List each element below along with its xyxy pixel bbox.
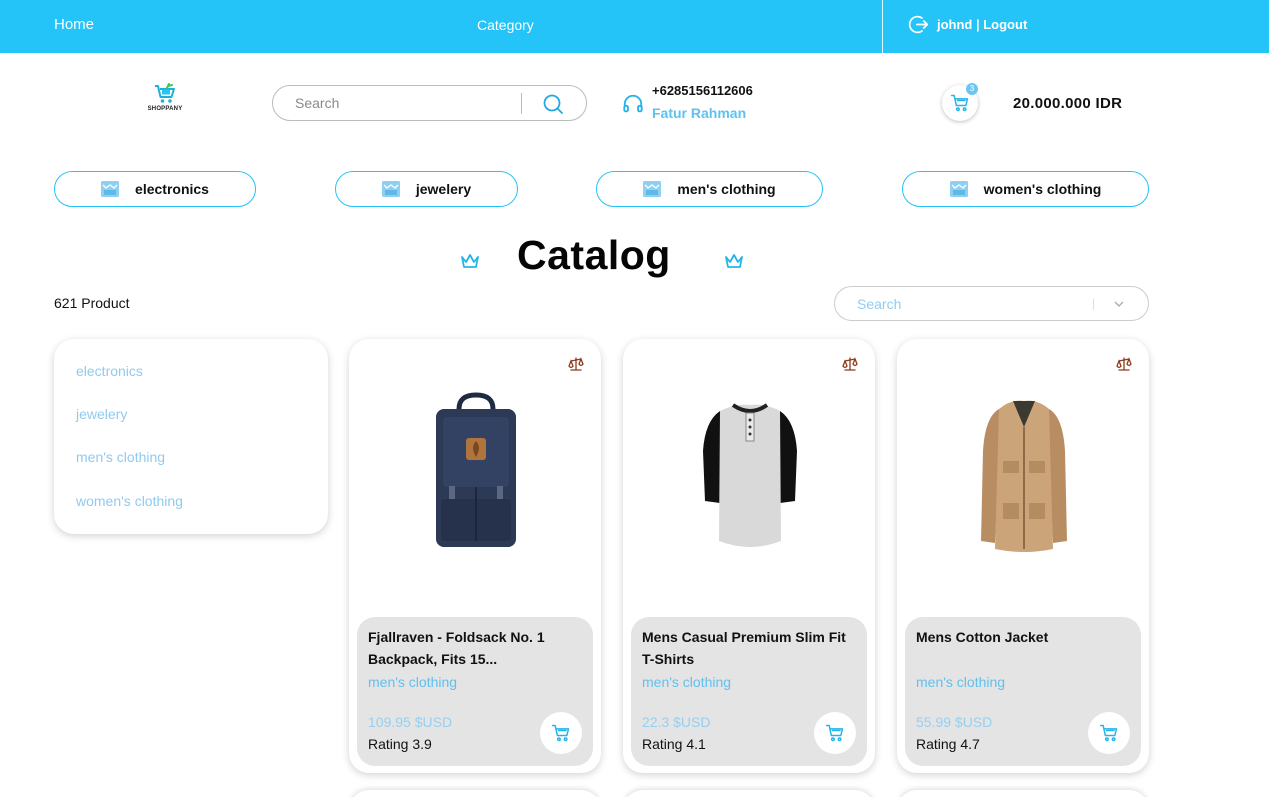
product-card[interactable]: Mens Cotton Jacket men's clothing 55.99 …: [897, 339, 1149, 773]
product-price: 109.95 $USD: [368, 714, 453, 730]
catalog-search-select[interactable]: Search: [834, 286, 1149, 321]
contact-name: Fatur Rahman: [652, 105, 747, 121]
category-pill-womens-clothing[interactable]: women's clothing: [902, 171, 1149, 207]
headset-icon: [623, 94, 643, 113]
catalog-search-placeholder: Search: [857, 296, 902, 312]
sidebar-item-electronics[interactable]: electronics: [76, 363, 143, 379]
store-icon: [381, 181, 400, 197]
logo-text: SHOPPANY: [147, 106, 183, 112]
search-input[interactable]: [295, 95, 515, 111]
crown-icon: [725, 254, 743, 268]
add-to-cart-button[interactable]: [540, 712, 582, 754]
product-info-panel: Fjallraven - Foldsack No. 1 Backpack, Fi…: [357, 617, 593, 766]
navbar-divider: [882, 0, 883, 53]
category-sidebar: electronics jewelery men's clothing wome…: [54, 339, 328, 534]
sidebar-item-mens-clothing[interactable]: men's clothing: [76, 449, 165, 465]
cart-icon: [950, 94, 969, 112]
sidebar-item-womens-clothing[interactable]: women's clothing: [76, 493, 183, 509]
product-category[interactable]: men's clothing: [368, 674, 457, 690]
shopping-cart-logo-icon: [155, 83, 175, 103]
product-rating: Rating 4.1: [642, 736, 706, 752]
product-card-next-row[interactable]: [349, 790, 601, 797]
product-rating: Rating 4.7: [916, 736, 980, 752]
cart-icon: [551, 724, 570, 742]
product-card[interactable]: Fjallraven - Foldsack No. 1 Backpack, Fi…: [349, 339, 601, 773]
product-info-panel: Mens Cotton Jacket men's clothing 55.99 …: [905, 617, 1141, 766]
store-icon: [101, 181, 120, 197]
add-to-cart-button[interactable]: [814, 712, 856, 754]
search-separator: [521, 93, 522, 114]
sidebar-item-jewelery[interactable]: jewelery: [76, 406, 127, 422]
top-navbar: Home Category johnd | Logout: [0, 0, 1269, 53]
product-count: 621 Product: [54, 295, 130, 311]
product-image-jacket: [981, 400, 1067, 552]
catalog-title: Catalog: [517, 232, 671, 278]
cart-count-badge: 3: [966, 83, 978, 95]
product-title[interactable]: Mens Casual Premium Slim Fit T-Shirts: [642, 626, 847, 670]
crown-icon: [461, 254, 479, 268]
header-search: [272, 85, 587, 121]
select-separator: [1093, 299, 1094, 310]
product-card-next-row[interactable]: [897, 790, 1149, 797]
add-to-cart-button[interactable]: [1088, 712, 1130, 754]
product-category[interactable]: men's clothing: [642, 674, 731, 690]
compare-scale-icon[interactable]: [568, 356, 584, 372]
product-info-panel: Mens Casual Premium Slim Fit T-Shirts me…: [631, 617, 867, 766]
product-rating: Rating 3.9: [368, 736, 432, 752]
nav-category-link[interactable]: Category: [477, 17, 534, 33]
category-pill-jewelery[interactable]: jewelery: [335, 171, 518, 207]
product-title[interactable]: Mens Cotton Jacket: [916, 626, 1121, 648]
chevron-down-icon: [1114, 301, 1124, 307]
category-pill-label: jewelery: [415, 181, 472, 197]
nav-home-link[interactable]: Home: [54, 16, 94, 33]
category-pill-electronics[interactable]: electronics: [54, 171, 256, 207]
cart-total: 20.000.000 IDR: [1013, 95, 1123, 112]
store-icon: [949, 181, 968, 197]
cart-icon: [825, 724, 844, 742]
cart-icon: [1099, 724, 1118, 742]
product-card-next-row[interactable]: [623, 790, 875, 797]
product-card[interactable]: Mens Casual Premium Slim Fit T-Shirts me…: [623, 339, 875, 773]
contact-phone: +6285156112606: [652, 83, 753, 98]
logout-icon: [908, 15, 929, 34]
product-price: 55.99 $USD: [916, 714, 993, 730]
shop-logo[interactable]: SHOPPANY: [146, 83, 184, 119]
category-pill-mens-clothing[interactable]: men's clothing: [596, 171, 823, 207]
user-logout-text: johnd | Logout: [937, 17, 1028, 32]
compare-scale-icon[interactable]: [1116, 356, 1132, 372]
product-image-backpack: [436, 392, 516, 547]
product-title[interactable]: Fjallraven - Foldsack No. 1 Backpack, Fi…: [368, 626, 573, 670]
store-icon: [643, 181, 662, 197]
product-price: 22.3 $USD: [642, 714, 711, 730]
product-category[interactable]: men's clothing: [916, 674, 1005, 690]
compare-scale-icon[interactable]: [842, 356, 858, 372]
category-pill-label: men's clothing: [677, 181, 776, 197]
category-pill-label: electronics: [135, 181, 209, 197]
product-image-tshirt: [703, 403, 797, 547]
search-icon[interactable]: [541, 92, 565, 116]
user-logout-link[interactable]: johnd | Logout: [908, 14, 1027, 35]
category-pill-label: women's clothing: [983, 181, 1102, 197]
